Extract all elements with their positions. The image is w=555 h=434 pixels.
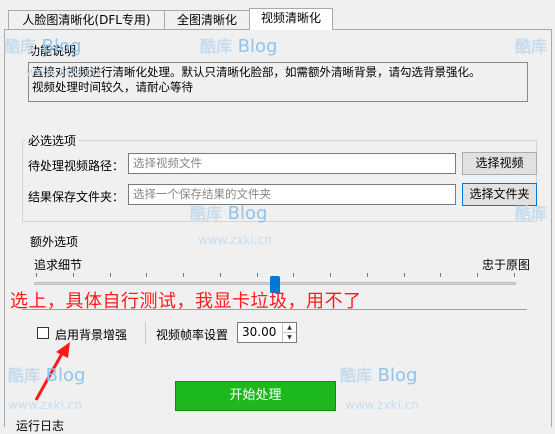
watermark-logo-icon: 酷库: [515, 200, 547, 224]
watermark-brand-cn: 酷库: [340, 366, 373, 385]
extra-options-title: 额外选项: [30, 235, 79, 249]
spin-up-icon[interactable]: ▲: [283, 323, 296, 333]
watermark-brand-en: Blog: [45, 365, 86, 386]
log-title: 运行日志: [16, 419, 65, 433]
video-path-input[interactable]: 选择视频文件: [128, 153, 456, 174]
function-desc-box: 直接对视频进行清晰化处理。默认只清晰化脸部，如需额外清晰背景，请勾选背景强化。 …: [28, 62, 528, 102]
watermark-logo-icon: 酷库 Blog: [8, 362, 85, 386]
vertical-separator: [145, 322, 146, 344]
tab-video-enhance[interactable]: 视频清晰化: [249, 8, 333, 30]
slider-left-label: 追求细节: [34, 258, 83, 272]
fps-spinbox[interactable]: 30.00 ▲ ▼: [237, 322, 297, 343]
slider-tick: [183, 273, 185, 277]
slider-tick: [256, 273, 258, 277]
watermark-brand-en: Blog: [237, 36, 278, 57]
watermark-url: www.zxki.cn: [345, 398, 419, 412]
slider-tick: [403, 273, 405, 277]
watermark-logo-icon: 酷库 Blog: [190, 200, 267, 224]
spin-down-icon[interactable]: ▼: [283, 333, 296, 342]
slider-tick: [514, 273, 515, 277]
fps-label: 视频帧率设置: [156, 328, 229, 342]
function-desc-line-1: 直接对视频进行清晰化处理。默认只清晰化脸部，如需额外清晰背景，请勾选背景强化。: [32, 65, 481, 79]
slider-tick: [440, 273, 442, 277]
video-path-label: 待处理视频路径：: [28, 159, 125, 173]
slider-tick: [36, 273, 37, 277]
slider-tick: [366, 273, 368, 277]
watermark-brand-cn: 酷库: [4, 37, 37, 56]
fps-spin-buttons: ▲ ▼: [282, 323, 296, 342]
watermark-url: www.zxki.cn: [198, 233, 272, 247]
slider-tick: [330, 273, 332, 277]
watermark-logo-icon: 酷库 Blog: [200, 33, 277, 57]
slider-tick: [219, 273, 221, 277]
watermark-brand-cn: 酷库: [515, 204, 548, 223]
tab-full-image-enhance[interactable]: 全图清晰化: [164, 10, 250, 29]
watermark-logo-icon: 酷库 Blog: [340, 362, 417, 386]
slider-tick: [293, 273, 295, 277]
watermark-brand-cn: 酷库: [515, 37, 548, 56]
watermark-logo-icon: 酷库 Blog: [4, 33, 81, 57]
watermark-brand-cn: 酷库: [200, 37, 233, 56]
required-options-title: 必选选项: [26, 132, 79, 149]
watermark-brand-cn: 酷库: [190, 204, 223, 223]
select-video-button[interactable]: 选择视频: [462, 152, 537, 175]
bg-enhance-checkbox[interactable]: [37, 327, 49, 339]
output-folder-label: 结果保存文件夹：: [28, 190, 125, 204]
output-folder-input[interactable]: 选择一个保存结果的文件夹: [128, 184, 456, 205]
slider-tick: [109, 273, 111, 277]
slider-tick: [72, 273, 74, 277]
tab-face-enhance[interactable]: 人脸图清晰化(DFL专用): [8, 10, 165, 29]
watermark-brand-en: Blog: [377, 365, 418, 386]
watermark-brand-en: Blog: [227, 203, 268, 224]
slider-tick: [477, 273, 479, 277]
slider-tick: [146, 273, 148, 277]
watermark-logo-icon: 酷库: [515, 33, 547, 57]
watermark-url: www.zxki.cn: [26, 65, 100, 79]
watermark-url: www.zxki.cn: [8, 398, 82, 412]
start-processing-button[interactable]: 开始处理: [175, 381, 336, 411]
fps-value[interactable]: 30.00: [242, 325, 276, 339]
function-desc-line-2: 视频处理时间较久，请耐心等待: [32, 80, 193, 94]
watermark-brand-en: Blog: [41, 36, 82, 57]
slider-right-label: 忠于原图: [482, 258, 531, 272]
separator-line: [22, 309, 527, 310]
watermark-brand-cn: 酷库: [8, 366, 41, 385]
